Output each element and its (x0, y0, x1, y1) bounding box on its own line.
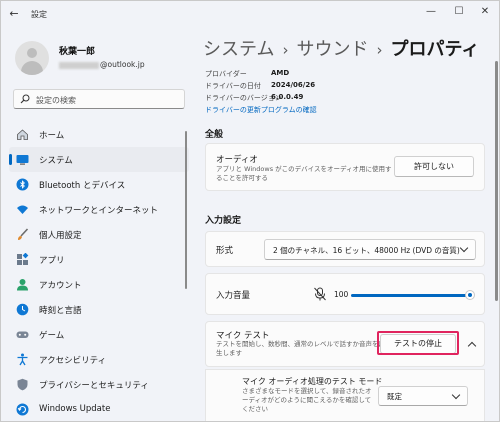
audio-card: オーディオ アプリと Windows がこのデバイスをオーディオ用に使用すること… (205, 143, 485, 191)
sidebar-item-label: 個人用設定 (39, 231, 82, 241)
minimize-button[interactable]: — (421, 5, 441, 19)
sidebar-item-personalization[interactable]: 個人用設定 (9, 222, 189, 247)
redacted-email-prefix (59, 61, 99, 69)
maximize-button[interactable]: ☐ (449, 5, 469, 19)
sidebar-item-accounts[interactable]: アカウント (9, 272, 189, 297)
input-volume-slider-thumb[interactable] (465, 290, 475, 300)
driver-date-value: 2024/06/26 (271, 81, 316, 89)
settings-window: ← 設定 — ☐ ✕ 秋葉一郎 @outlook.jp 設定の検索 ホーム シス… (0, 0, 500, 422)
audio-description: アプリと Windows がこのデバイスをオーディオ用に使用することを許可する (216, 165, 392, 182)
sidebar-item-label: アクセシビリティ (39, 356, 107, 366)
format-value: 2 個のチャネル、16 ビット、48000 Hz (DVD の音質) (273, 246, 460, 255)
sidebar-item-gaming[interactable]: ゲーム (9, 322, 189, 347)
home-icon (17, 129, 28, 140)
search-placeholder: 設定の検索 (36, 96, 76, 105)
sidebar-item-network[interactable]: ネットワークとインターネット (9, 197, 189, 222)
format-card: 形式 2 個のチャネル、16 ビット、48000 Hz (DVD の音質) (205, 231, 485, 267)
clock-globe-icon (16, 303, 29, 316)
wifi-icon (17, 205, 28, 214)
input-volume-slider-track[interactable] (351, 294, 469, 297)
provider-key: プロバイダー (205, 70, 247, 78)
driver-update-link[interactable]: ドライバーの更新プログラムの確認 (205, 105, 317, 115)
brush-icon (18, 228, 29, 240)
sidebar-item-label: 時刻と言語 (39, 306, 82, 316)
highlight-box (377, 331, 459, 355)
back-button[interactable]: ← (7, 7, 21, 21)
general-section-title: 全般 (205, 130, 224, 140)
user-email: @outlook.jp (59, 60, 145, 69)
sidebar-item-accessibility[interactable]: アクセシビリティ (9, 347, 189, 372)
sidebar-item-time-language[interactable]: 時刻と言語 (9, 297, 189, 322)
sidebar-item-label: システム (39, 156, 73, 166)
sidebar-scrollbar[interactable] (185, 131, 187, 289)
sidebar-item-system[interactable]: システム (9, 147, 189, 172)
sidebar-item-label: ネットワークとインターネット (39, 206, 159, 216)
test-mode-description: さまざまなモードを選択して、録音されたオーディオがどのように聞こえるかを確認して… (242, 387, 372, 413)
title-bar: ← 設定 — ☐ ✕ (1, 1, 499, 29)
format-label: 形式 (216, 246, 234, 256)
system-icon (16, 155, 29, 165)
driver-date-key: ドライバーの日付 (205, 82, 261, 90)
test-mode-title: マイク オーディオ処理のテスト モード (242, 377, 383, 386)
chevron-down-icon (451, 390, 461, 400)
input-volume-value: 100 (334, 290, 349, 299)
microphone-muted-icon[interactable] (314, 287, 326, 301)
deny-button[interactable]: 許可しない (394, 156, 474, 177)
gamepad-icon (16, 331, 29, 338)
search-input[interactable]: 設定の検索 (13, 89, 185, 109)
sidebar-item-label: プライバシーとセキュリティ (39, 381, 149, 391)
audio-title: オーディオ (216, 155, 258, 165)
user-name: 秋葉一郎 (59, 47, 96, 57)
format-dropdown[interactable]: 2 個のチャネル、16 ビット、48000 Hz (DVD の音質) (264, 239, 476, 260)
update-icon (16, 403, 29, 416)
sidebar-item-home[interactable]: ホーム (9, 122, 189, 147)
sidebar-item-bluetooth[interactable]: Bluetooth とデバイス (9, 172, 189, 197)
breadcrumb-separator: › (376, 41, 383, 59)
test-mode-card: マイク オーディオ処理のテスト モード さまざまなモードを選択して、録音されたオ… (205, 369, 485, 421)
active-indicator (9, 154, 12, 165)
app-title: 設定 (31, 10, 47, 19)
chevron-up-icon[interactable] (467, 341, 477, 351)
input-volume-label: 入力音量 (216, 291, 251, 301)
sidebar-item-apps[interactable]: アプリ (9, 247, 189, 272)
apps-icon (17, 253, 29, 265)
accessibility-icon (17, 353, 28, 366)
sidebar-item-label: ホーム (39, 131, 65, 141)
close-button[interactable]: ✕ (475, 5, 495, 19)
search-icon (20, 94, 30, 104)
breadcrumb-system[interactable]: システム (203, 39, 274, 60)
breadcrumb: システム › サウンド › プロパティ (203, 35, 479, 61)
breadcrumb-separator: › (282, 41, 289, 59)
sidebar-item-label: アプリ (39, 256, 65, 266)
provider-value: AMD (271, 69, 290, 77)
driver-version-value: 6.0.0.49 (271, 93, 304, 101)
breadcrumb-sound[interactable]: サウンド (296, 39, 368, 60)
main-scrollbar[interactable] (495, 61, 498, 301)
sidebar-item-privacy[interactable]: プライバシーとセキュリティ (9, 372, 189, 397)
sidebar-item-label: Windows Update (39, 404, 111, 414)
mic-test-description: テストを開始し、数秒間、通常のレベルで話すか音声を再生します (216, 340, 385, 357)
test-mode-value: 既定 (387, 392, 402, 401)
input-section-title: 入力設定 (205, 216, 242, 226)
shield-icon (17, 378, 28, 391)
breadcrumb-current: プロパティ (390, 39, 480, 60)
sidebar-item-label: ゲーム (39, 331, 65, 341)
account-icon (17, 279, 28, 291)
avatar (15, 41, 49, 75)
bluetooth-icon (16, 178, 29, 191)
driver-properties: プロバイダー AMD ドライバーの日付 2024/06/26 ドライバーのバージ… (205, 69, 485, 105)
sidebar-item-label: Bluetooth とデバイス (39, 181, 126, 191)
sidebar-item-label: アカウント (39, 281, 82, 291)
sidebar-item-windows-update[interactable]: Windows Update (9, 397, 189, 421)
sidebar-nav: ホーム システム Bluetooth とデバイス ネットワークとインターネット (9, 122, 189, 421)
test-mode-dropdown[interactable]: 既定 (378, 386, 468, 406)
user-profile[interactable]: 秋葉一郎 @outlook.jp (15, 41, 195, 75)
chevron-down-icon (459, 243, 469, 253)
